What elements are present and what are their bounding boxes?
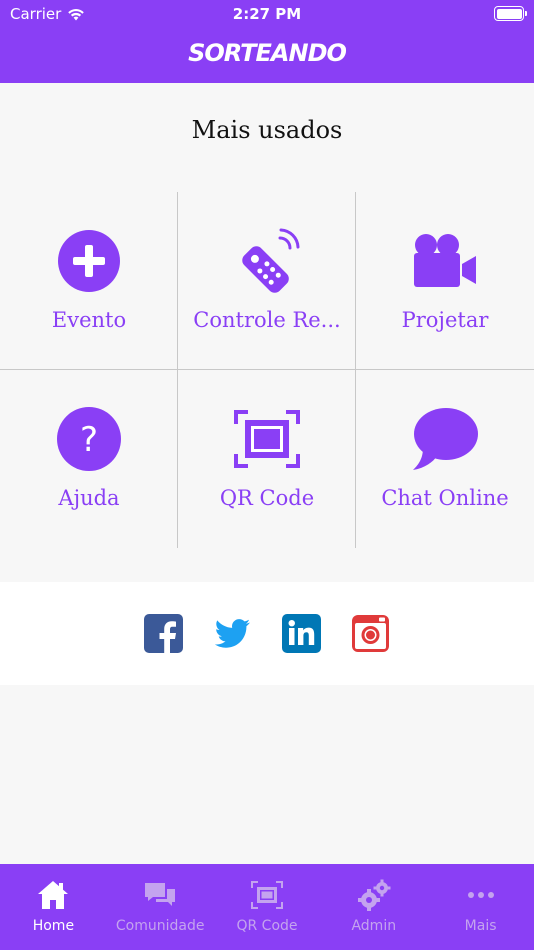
battery-icon: [494, 6, 527, 21]
shortcut-chat-online[interactable]: Chat Online: [356, 370, 534, 548]
tab-label: Comunidade: [115, 918, 205, 934]
twitter-icon: [214, 619, 250, 648]
tab-qr-code[interactable]: QR Code: [214, 864, 321, 950]
tab-label: QR Code: [236, 918, 298, 934]
qr-scan-icon: [234, 410, 300, 468]
tab-label: Admin: [351, 918, 397, 934]
qr-scan-icon: [250, 881, 283, 909]
status-bar: Carrier 2:27 PM: [0, 0, 534, 30]
linkedin-icon: [282, 614, 321, 653]
more-dots-icon: [467, 892, 494, 898]
chat-bubbles-icon: [145, 883, 176, 906]
shortcut-grid: Evento Controle Re... Projetar ? Ajuda Q…: [0, 192, 534, 548]
shortcut-ajuda[interactable]: ? Ajuda: [0, 370, 178, 548]
shortcut-label: Projetar: [401, 308, 489, 332]
shortcut-evento[interactable]: Evento: [0, 192, 178, 370]
header-bar: Carrier 2:27 PM SORTEANDO: [0, 0, 534, 83]
shortcut-label: Ajuda: [58, 486, 120, 510]
chat-bubble-icon: [413, 408, 478, 470]
tab-bar: Home Comunidade QR Code Admin Mais: [0, 864, 534, 950]
shortcut-label: Chat Online: [381, 486, 509, 510]
section-title: Mais usados: [191, 116, 343, 144]
tab-label: Home: [32, 918, 75, 934]
tab-label: Mais: [464, 918, 497, 934]
tab-home[interactable]: Home: [0, 864, 107, 950]
tab-admin[interactable]: Admin: [320, 864, 427, 950]
twitter-link[interactable]: [213, 614, 252, 653]
linkedin-link[interactable]: [282, 614, 321, 653]
facebook-icon: [144, 614, 183, 653]
shortcut-projetar[interactable]: Projetar: [356, 192, 534, 370]
question-circle-icon: ?: [57, 407, 121, 471]
shortcut-label: Evento: [51, 308, 127, 332]
shortcut-controle-remoto[interactable]: Controle Re...: [178, 192, 356, 370]
tab-comunidade[interactable]: Comunidade: [107, 864, 214, 950]
instagram-link[interactable]: [351, 614, 390, 653]
remote-control-icon: [242, 228, 300, 293]
facebook-link[interactable]: [144, 614, 183, 653]
plus-circle-icon: [58, 230, 120, 292]
tab-mais[interactable]: Mais: [427, 864, 534, 950]
shortcut-label: Controle Re...: [193, 308, 341, 332]
home-icon: [38, 881, 69, 909]
status-time: 2:27 PM: [232, 5, 302, 23]
gears-icon: [357, 879, 391, 911]
video-camera-icon: [414, 234, 476, 287]
shortcut-label: QR Code: [219, 486, 315, 510]
social-links: [0, 582, 534, 685]
app-logo: SORTEANDO: [188, 39, 347, 67]
svg-text:?: ?: [80, 420, 98, 460]
shortcut-qr-code[interactable]: QR Code: [178, 370, 356, 548]
instagram-icon: [352, 615, 389, 652]
